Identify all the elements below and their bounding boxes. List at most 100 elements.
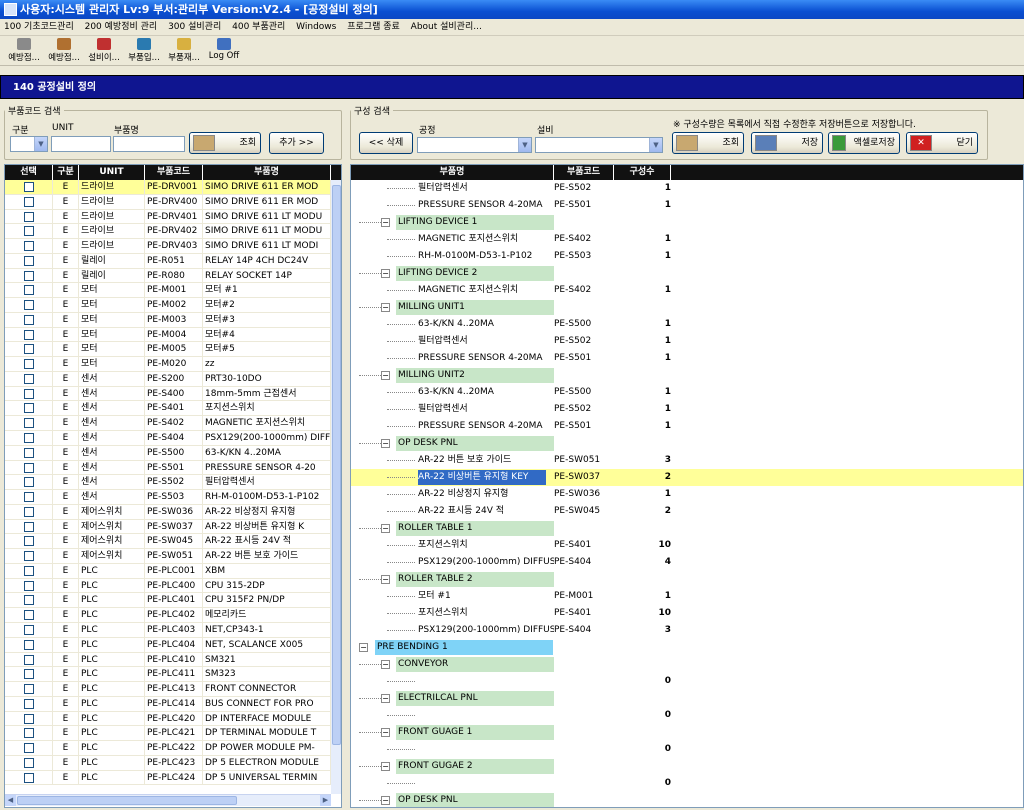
tree-item-quantity[interactable]: 3 xyxy=(614,452,671,469)
unit-cell[interactable]: PLC xyxy=(79,682,145,696)
table-row[interactable]: E 드라이브 PE-DRV401 SIMO DRIVE 611 LT MODU xyxy=(5,209,331,225)
table-row[interactable]: E PLC PE-PLC402 메모리카드 xyxy=(5,608,331,623)
code-cell[interactable]: PE-PLC420 xyxy=(145,711,203,726)
type-cell[interactable]: E xyxy=(53,741,79,755)
name-cell[interactable]: PSX129(200-1000mm) DIFF xyxy=(203,431,331,445)
unit-cell[interactable]: PLC xyxy=(79,563,145,578)
table-row[interactable]: E PLC PE-PLC414 BUS CONNECT FOR PRO xyxy=(5,696,331,712)
unit-cell[interactable]: 제어스위치 xyxy=(79,534,145,549)
tree-row[interactable]: 필터압력센서 PE-S502 1 xyxy=(351,180,1023,197)
name-cell[interactable]: CPU 315-2DP xyxy=(203,578,331,593)
collapse-icon[interactable]: − xyxy=(381,575,390,584)
code-cell[interactable]: PE-PLC401 xyxy=(145,593,203,608)
table-row[interactable]: E 드라이브 PE-DRV001 SIMO DRIVE 611 ER MOD xyxy=(5,180,331,195)
table-row[interactable]: E 모터 PE-M001 모터 #1 xyxy=(5,283,331,299)
name-cell[interactable]: 모터#3 xyxy=(203,312,331,327)
select-checkbox[interactable] xyxy=(23,698,34,709)
name-cell[interactable]: SIMO DRIVE 611 ER MOD xyxy=(203,194,331,209)
tree-item-name[interactable]: 포지션스위치 xyxy=(418,606,554,621)
name-cell[interactable]: PRT30-10DO xyxy=(203,371,331,386)
tree-item-name[interactable]: 필터압력센서 xyxy=(418,181,554,196)
select-checkbox[interactable] xyxy=(23,447,34,458)
type-cell[interactable]: E xyxy=(53,224,79,239)
type-cell[interactable]: E xyxy=(53,327,79,342)
select-checkbox[interactable] xyxy=(23,639,34,650)
unit-cell[interactable]: PLC xyxy=(79,578,145,593)
select-checkbox[interactable] xyxy=(23,477,34,488)
name-cell[interactable]: DP 5 ELECTRON MODULE xyxy=(203,755,331,770)
table-row[interactable]: E PLC PE-PLC423 DP 5 ELECTRON MODULE xyxy=(5,755,331,771)
select-checkbox[interactable] xyxy=(23,241,34,252)
horizontal-scrollbar[interactable]: ◀ ▶ xyxy=(5,794,331,806)
type-cell[interactable]: E xyxy=(53,667,79,682)
tree-item-name[interactable]: MILLING UNIT2 xyxy=(396,368,554,383)
select-checkbox[interactable] xyxy=(23,580,34,591)
table-row[interactable]: E 센서 PE-S502 필터압력센서 xyxy=(5,475,331,491)
tree-row[interactable]: 0 xyxy=(351,741,1023,758)
tree-item-name[interactable]: FRONT GUGAE 2 xyxy=(396,759,554,774)
table-row[interactable]: E 제어스위치 PE-SW037 AR-22 비상버튼 유지형 K xyxy=(5,519,331,535)
table-row[interactable]: E 센서 PE-S200 PRT30-10DO xyxy=(5,371,331,387)
table-row[interactable]: E PLC PE-PLC404 NET, SCALANCE X005 xyxy=(5,637,331,653)
tree-item-name[interactable]: PRESSURE SENSOR 4-20MA xyxy=(418,419,554,434)
select-checkbox[interactable] xyxy=(23,506,34,517)
select-checkbox[interactable] xyxy=(23,255,34,266)
name-cell[interactable]: AR-22 버튼 보호 가이드 xyxy=(203,549,331,563)
tree-row[interactable]: − MILLING UNIT2 xyxy=(351,367,1023,384)
type-cell[interactable]: E xyxy=(53,475,79,490)
unit-cell[interactable]: 모터 xyxy=(79,312,145,327)
code-cell[interactable]: PE-S200 xyxy=(145,371,203,386)
tree-item-quantity[interactable]: 1 xyxy=(614,197,671,214)
toolbar-button-0[interactable]: 예방점... xyxy=(4,38,44,64)
tree-row[interactable]: − MILLING UNIT1 xyxy=(351,299,1023,316)
name-cell[interactable]: AR-22 표시등 24V 적 xyxy=(203,534,331,549)
name-cell[interactable]: NET, SCALANCE X005 xyxy=(203,637,331,652)
unit-cell[interactable]: PLC xyxy=(79,741,145,755)
tree-item-quantity[interactable]: 10 xyxy=(614,605,671,622)
save-button[interactable]: 저장 xyxy=(751,132,823,154)
tree-row[interactable]: − OP DESK PNL xyxy=(351,435,1023,452)
toolbar-button-4[interactable]: 부품재... xyxy=(164,38,204,64)
tree-item-name[interactable]: CONVEYOR xyxy=(396,657,554,672)
tree-item-name[interactable]: AR-22 비상정지 유지형 xyxy=(418,487,554,502)
unit-input[interactable] xyxy=(51,136,111,152)
table-row[interactable]: E PLC PE-PLC411 SM323 xyxy=(5,667,331,683)
col-quantity[interactable]: 구성수 xyxy=(614,165,671,180)
type-cell[interactable]: E xyxy=(53,445,79,460)
select-checkbox[interactable] xyxy=(23,728,34,739)
tree-row[interactable]: AR-22 비상정지 유지형 PE-SW036 1 xyxy=(351,486,1023,503)
code-cell[interactable]: PE-PLC403 xyxy=(145,622,203,637)
type-cell[interactable]: E xyxy=(53,534,79,549)
name-cell[interactable]: XBM xyxy=(203,563,331,578)
delete-button[interactable]: << 삭제 xyxy=(359,132,413,154)
code-cell[interactable]: PE-S400 xyxy=(145,386,203,401)
close-button[interactable]: ✕ 닫기 xyxy=(906,132,978,154)
table-row[interactable]: E PLC PE-PLC422 DP POWER MODULE PM- xyxy=(5,741,331,756)
table-row[interactable]: E 모터 PE-M005 모터#5 xyxy=(5,342,331,358)
type-cell[interactable]: E xyxy=(53,755,79,770)
table-row[interactable]: E 드라이브 PE-DRV402 SIMO DRIVE 611 LT MODU xyxy=(5,224,331,240)
collapse-icon[interactable]: − xyxy=(381,218,390,227)
name-cell[interactable]: 필터압력센서 xyxy=(203,475,331,490)
select-checkbox[interactable] xyxy=(23,654,34,665)
type-cell[interactable]: E xyxy=(53,298,79,312)
tree-row[interactable]: − ROLLER TABLE 2 xyxy=(351,571,1023,588)
tree-row[interactable]: 모터 #1 PE-M001 1 xyxy=(351,588,1023,605)
tree-item-quantity[interactable]: 1 xyxy=(614,316,671,333)
unit-cell[interactable]: 제어스위치 xyxy=(79,519,145,534)
tree-row[interactable]: PRESSURE SENSOR 4-20MA PE-S501 1 xyxy=(351,197,1023,214)
name-cell[interactable]: AR-22 비상버튼 유지형 K xyxy=(203,519,331,534)
tree-item-name[interactable]: LIFTING DEVICE 2 xyxy=(396,266,554,281)
table-row[interactable]: E 센서 PE-S402 MAGNETIC 포지션스위치 xyxy=(5,416,331,432)
name-cell[interactable]: NET,CP343-1 xyxy=(203,622,331,637)
collapse-icon[interactable]: − xyxy=(381,796,390,805)
select-checkbox[interactable] xyxy=(23,226,34,237)
name-cell[interactable]: 모터#4 xyxy=(203,327,331,342)
code-cell[interactable]: PE-S402 xyxy=(145,416,203,431)
code-cell[interactable]: PE-SW045 xyxy=(145,534,203,549)
tree-item-name[interactable]: AR-22 표시등 24V 적 xyxy=(418,504,554,519)
name-cell[interactable]: DP 5 UNIVERSAL TERMIN xyxy=(203,770,331,785)
tree-item-name[interactable]: ROLLER TABLE 1 xyxy=(396,521,554,536)
select-checkbox[interactable] xyxy=(23,359,34,370)
type-cell[interactable]: E xyxy=(53,386,79,401)
